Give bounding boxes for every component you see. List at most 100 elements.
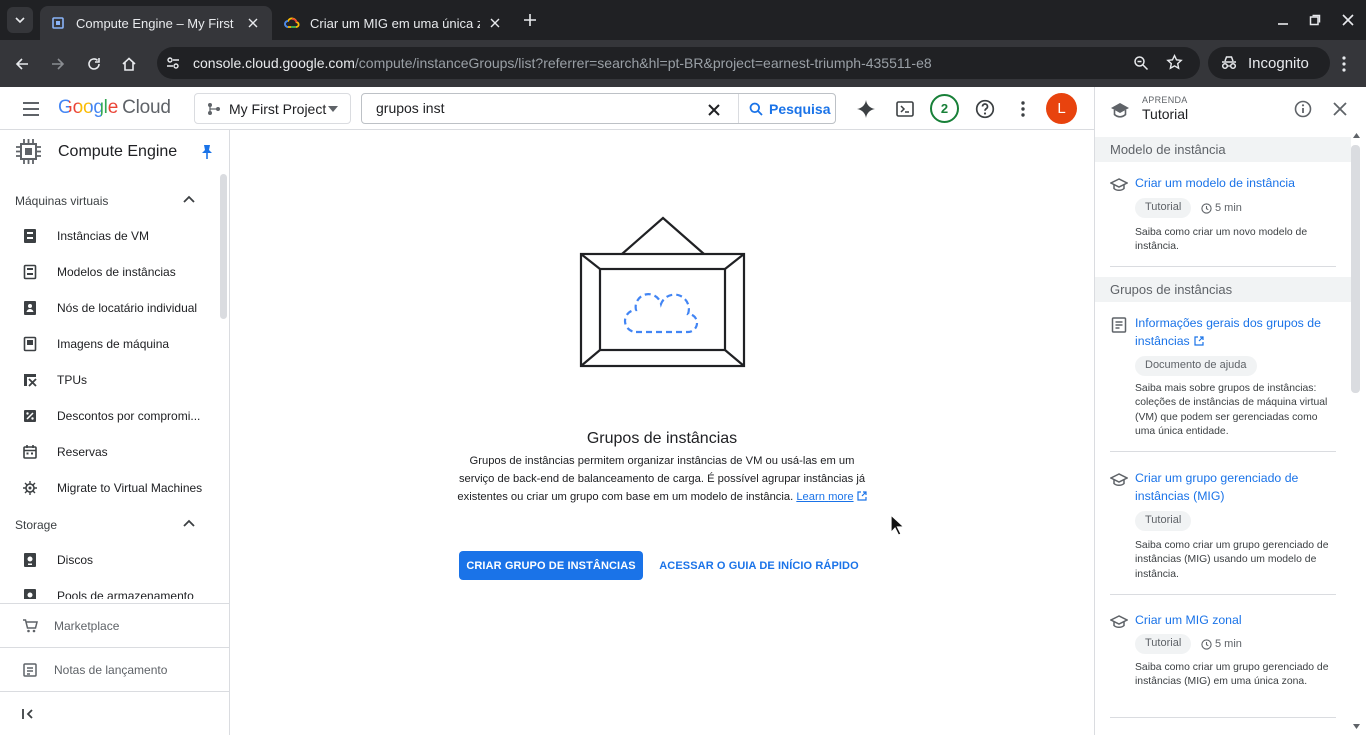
nav-item-label: Imagens de máquina: [57, 337, 170, 351]
empty-state-description: Grupos de instâncias permitem organizar …: [454, 452, 870, 506]
incognito-indicator[interactable]: Incognito: [1208, 47, 1330, 79]
card-link[interactable]: Criar um MIG zonal: [1135, 611, 1340, 629]
nav-item-instance-templates[interactable]: Modelos de instâncias: [0, 254, 218, 290]
tab-criar-mig[interactable]: Criar um MIG em uma única z: [274, 6, 514, 40]
close-panel-icon[interactable]: [1333, 102, 1347, 116]
more-options-button[interactable]: [1012, 98, 1034, 120]
zoom-icon[interactable]: [1133, 55, 1149, 71]
nav-item-tpus[interactable]: TPUs: [0, 362, 218, 398]
address-bar[interactable]: console.cloud.google.com/compute/instanc…: [157, 47, 1200, 79]
arrow-back-icon: [15, 58, 28, 70]
close-tab-icon[interactable]: [486, 14, 504, 32]
home-button[interactable]: [117, 52, 141, 76]
google-cloud-favicon-icon: [284, 17, 300, 28]
migrate-icon: [23, 481, 37, 495]
panel-kicker: APRENDA: [1142, 95, 1188, 105]
search-icon: [749, 102, 763, 116]
tab-title: Compute Engine – My First P: [76, 15, 238, 31]
help-button[interactable]: [974, 98, 996, 120]
nav-item-reservations[interactable]: Reservas: [0, 434, 218, 470]
scroll-down-arrow-icon[interactable]: [1353, 724, 1360, 729]
empty-state-title: Grupos de instâncias: [586, 430, 738, 447]
card-link[interactable]: Informações gerais dos grupos de instânc…: [1135, 314, 1340, 350]
minimize-button[interactable]: [1273, 10, 1293, 30]
create-instance-group-button[interactable]: CRIAR GRUPO DE INSTÂNCIAS: [459, 551, 643, 580]
tenant-icon: [24, 301, 36, 315]
learn-more-text-1: Learn: [796, 491, 825, 503]
pool-icon: [24, 589, 36, 599]
browser-menu-button[interactable]: [1332, 52, 1356, 76]
compute-engine-chip-icon: [16, 139, 41, 164]
notifications-badge[interactable]: 2: [930, 94, 959, 123]
marketplace-label: Marketplace: [54, 619, 120, 633]
new-tab-button[interactable]: [520, 10, 540, 30]
nav-item-label: Reservas: [57, 445, 108, 459]
template-icon: [23, 264, 37, 280]
collapse-nav-button[interactable]: [0, 691, 229, 735]
panel-title: Tutorial: [1142, 106, 1189, 122]
forward-button[interactable]: [46, 52, 70, 76]
nav-item-label: Instâncias de VM: [57, 229, 150, 243]
nav-item-machine-images[interactable]: Imagens de máquina: [0, 326, 218, 362]
nav-section-vms[interactable]: Máquinas virtuais: [15, 194, 108, 208]
card-description: Saiba como criar um novo modelo de instâ…: [1135, 227, 1308, 253]
panel-section-groups: Grupos de instâncias: [1095, 277, 1351, 302]
info-icon[interactable]: [1294, 100, 1312, 118]
nav-item-marketplace[interactable]: Marketplace: [0, 603, 229, 647]
nav-scrollbar[interactable]: [220, 174, 227, 319]
search-button[interactable]: Pesquisa: [738, 94, 836, 123]
account-avatar[interactable]: L: [1046, 93, 1077, 124]
nav-item-committed-discounts[interactable]: Descontos por compromi...: [0, 398, 218, 434]
card-description: Saiba como criar um grupo gerenciado de …: [1135, 662, 1329, 688]
search-box: Pesquisa: [361, 93, 836, 124]
pin-icon[interactable]: [200, 144, 214, 160]
nav-item-disks[interactable]: Discos: [0, 542, 218, 578]
collapse-menu-icon: [22, 709, 33, 719]
nav-section-storage[interactable]: Storage: [15, 518, 57, 532]
maximize-button[interactable]: [1305, 10, 1325, 30]
home-icon: [122, 57, 136, 71]
more-vert-icon: [1021, 101, 1025, 117]
chevron-up-icon[interactable]: [183, 519, 195, 527]
reload-button[interactable]: [82, 52, 106, 76]
learn-more-link[interactable]: Learn more: [796, 491, 867, 503]
scroll-up-arrow-icon[interactable]: [1353, 133, 1360, 138]
nav-item-storage-pools[interactable]: Pools de armazenamento: [0, 578, 218, 599]
project-picker[interactable]: My First Project: [194, 93, 351, 124]
dropdown-arrow-icon: [328, 105, 338, 112]
close-tab-icon[interactable]: [244, 14, 262, 32]
reload-icon: [88, 58, 100, 70]
panel-scrollbar[interactable]: [1351, 145, 1360, 393]
quickstart-guide-button[interactable]: ACESSAR O GUIA DE INÍCIO RÁPIDO: [655, 551, 863, 580]
tab-compute-engine[interactable]: Compute Engine – My First P: [40, 6, 272, 40]
gemini-button[interactable]: [855, 98, 877, 120]
close-window-button[interactable]: [1338, 10, 1358, 30]
panel-header: APRENDA Tutorial: [1095, 87, 1366, 137]
card-link[interactable]: Criar um grupo gerenciado de instâncias …: [1135, 469, 1340, 505]
chevron-up-icon[interactable]: [183, 195, 195, 203]
bookmark-star-icon[interactable]: [1166, 54, 1183, 71]
card-duration: 5 min: [1201, 198, 1242, 218]
card-divider: [1110, 594, 1336, 595]
project-hierarchy-icon: [208, 102, 220, 115]
nav-item-release-notes[interactable]: Notas de lançamento: [0, 647, 229, 691]
card-divider: [1110, 717, 1336, 718]
nav-item-vm-instances[interactable]: Instâncias de VM: [0, 218, 218, 254]
site-info-icon[interactable]: [165, 55, 181, 71]
search-input[interactable]: [376, 100, 696, 116]
nav-item-migrate-vms[interactable]: Migrate to Virtual Machines: [0, 470, 218, 506]
hamburger-menu-icon[interactable]: [20, 98, 42, 120]
clear-search-icon[interactable]: [704, 100, 724, 120]
clock-icon: [1201, 638, 1212, 650]
nav-item-sole-tenant[interactable]: Nós de locatário individual: [0, 290, 218, 326]
tab-search-button[interactable]: [7, 7, 33, 33]
mouse-cursor-icon: [890, 513, 906, 536]
back-button[interactable]: [10, 52, 34, 76]
left-nav: Compute Engine Máquinas virtuais Instânc…: [0, 130, 230, 735]
card-link[interactable]: Criar um modelo de instância: [1135, 174, 1340, 192]
minimize-icon: [1278, 23, 1288, 25]
logo-cloud: Cloud: [122, 97, 171, 118]
clock-icon: [1201, 202, 1212, 214]
cloud-shell-button[interactable]: [894, 98, 916, 120]
google-cloud-logo[interactable]: Google Cloud: [58, 97, 171, 119]
